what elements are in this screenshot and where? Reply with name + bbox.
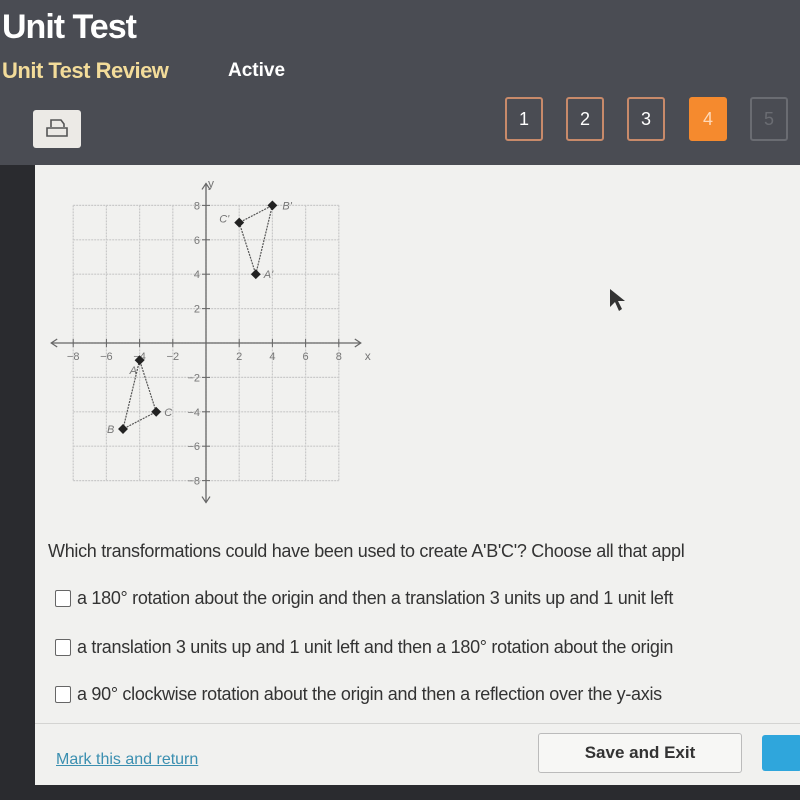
y-tick-label: 8 [194,200,200,212]
y-axis-label: y [208,176,214,190]
point-C-prime [234,217,245,228]
x-tick-label: −8 [67,351,80,363]
x-tick-label: 4 [269,351,275,363]
x-tick-label: 8 [336,351,342,363]
option-label: a 90° clockwise rotation about the origi… [77,684,662,704]
point-B [118,424,128,434]
header-bar: Unit Test Unit Test Review Active 1 2 3 … [0,0,800,165]
next-button[interactable] [762,735,800,771]
question-nav-5[interactable]: 5 [750,97,788,141]
mouse-cursor-icon [610,289,625,311]
y-tick-label: −6 [187,441,200,453]
x-tick-label: −6 [100,351,113,363]
question-nav-1[interactable]: 1 [505,97,543,141]
x-tick-label: 2 [236,351,242,363]
x-axis-label: x [365,349,371,363]
print-button[interactable] [33,110,81,148]
answer-option-1[interactable]: a 180° rotation about the origin and the… [55,588,673,609]
checkbox[interactable] [55,590,71,607]
question-number: 2 [579,108,590,129]
assignment-name: Unit Test Review [2,58,169,83]
point-C [151,406,162,417]
mark-and-return-link[interactable]: Mark this and return [56,751,198,769]
save-and-exit-button[interactable]: Save and Exit [538,733,742,773]
y-tick-label: 4 [194,269,200,281]
question-number: 3 [640,108,651,129]
y-tick-label: 2 [194,304,200,316]
point-B-prime [267,200,278,211]
question-nav-3[interactable]: 3 [627,97,665,141]
page-title: Unit Test [2,8,137,46]
coordinate-graph: xy−8−6−4−224688642−2−4−6−8ABCA'B'C' [50,176,371,504]
question-number: 1 [518,108,529,129]
y-tick-label: −8 [187,476,200,488]
status-label: Active [228,60,286,81]
point-label: A [129,365,137,377]
point-label: A' [263,269,274,281]
point-label: C [164,407,172,419]
image-triangle [238,204,274,277]
checkbox[interactable] [55,639,71,656]
printer-icon [46,119,68,137]
point-label: C' [219,214,230,226]
question-prompt: Which transformations could have been us… [48,541,685,561]
answer-option-2[interactable]: a translation 3 units up and 1 unit left… [55,637,673,658]
option-label: a translation 3 units up and 1 unit left… [77,637,674,657]
y-tick-label: 6 [194,235,200,247]
point-label: B' [282,200,292,212]
question-number: 5 [763,108,774,129]
option-label: a 180° rotation about the origin and the… [77,588,674,608]
x-tick-label: 6 [303,351,309,363]
question-number: 4 [702,108,713,129]
point-label: B [107,424,114,436]
y-tick-label: −4 [187,407,200,419]
question-nav-2[interactable]: 2 [566,97,604,141]
x-tick-label: −2 [167,351,180,363]
question-nav-4[interactable]: 4 [689,97,727,141]
point-A-prime [250,269,261,280]
divider [35,723,800,724]
y-tick-label: −2 [187,372,200,384]
answer-option-3[interactable]: a 90° clockwise rotation about the origi… [55,684,662,705]
checkbox[interactable] [55,686,71,703]
